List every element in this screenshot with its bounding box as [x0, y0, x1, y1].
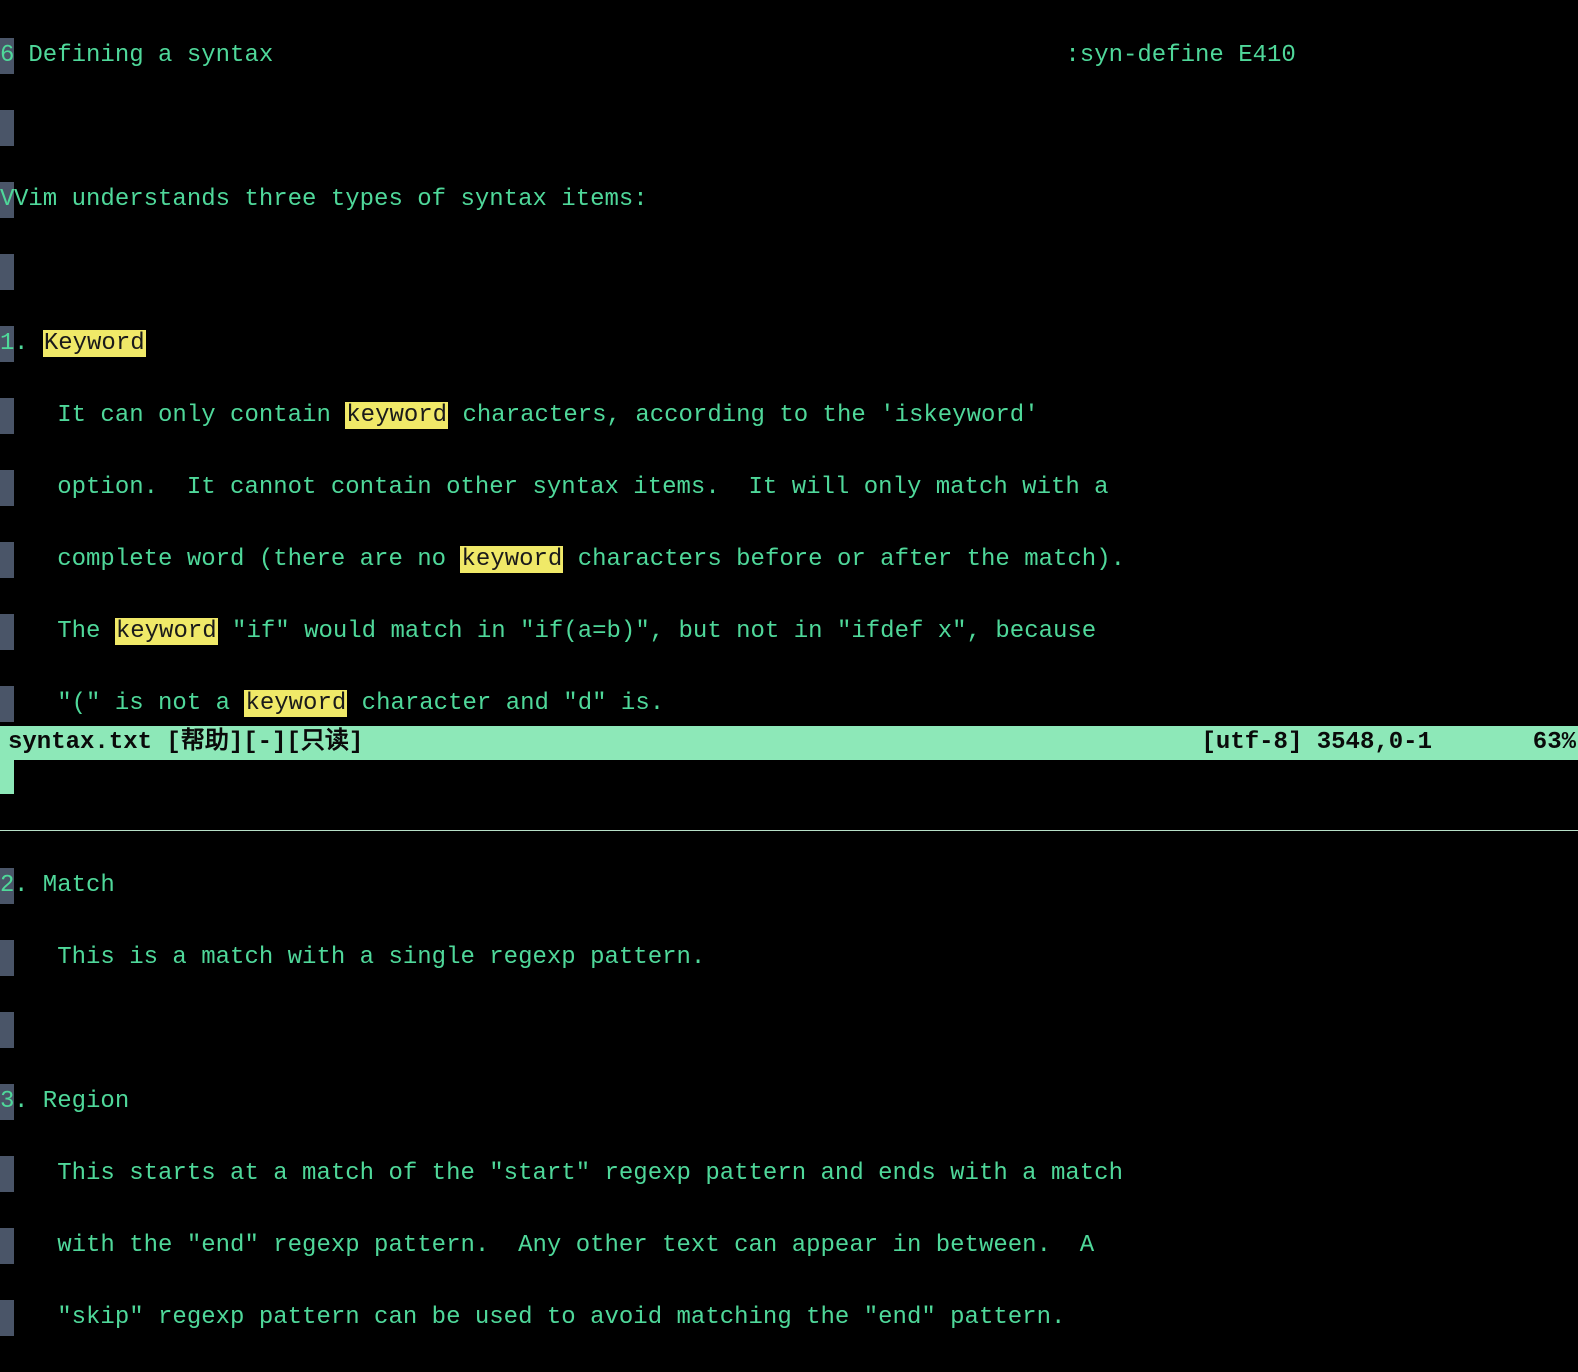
blank-line: [0, 254, 1578, 290]
item1-l4: The keyword "if" would match in "if(a=b)…: [0, 614, 1578, 650]
heading-line: 6 Defining a syntax :syn-define E410: [0, 38, 1578, 74]
blank-line: [0, 1012, 1578, 1048]
highlight-keyword: keyword: [345, 402, 448, 429]
heading-tag: :syn-define E410: [1065, 42, 1295, 69]
highlight-keyword: keyword: [244, 690, 347, 717]
highlight-keyword: Keyword: [43, 330, 146, 357]
item1-title: 1. Keyword: [0, 326, 1578, 362]
vim-statusline: syntax.txt [帮助][-][只读] [utf-8] 3548,0-1 …: [0, 726, 1578, 760]
item3-title: 3. Region: [0, 1084, 1578, 1120]
item2-title: 2. Match: [0, 868, 1578, 904]
item1-l5: "(" is not a keyword character and "d" i…: [0, 686, 1578, 722]
item1-l3: complete word (there are no keyword char…: [0, 542, 1578, 578]
intro-text: Vim understands three types of syntax it…: [0, 186, 648, 213]
heading-text: Defining a syntax: [14, 42, 273, 69]
cursor-line: [0, 758, 1578, 794]
highlight-keyword: keyword: [460, 546, 563, 573]
item1-l1: It can only contain keyword characters, …: [0, 398, 1578, 434]
intro-line: VVim understands three types of syntax i…: [0, 182, 1578, 218]
item1-l2: option. It cannot contain other syntax i…: [0, 470, 1578, 506]
vim-help-buffer[interactable]: 6 Defining a syntax :syn-define E410 VVi…: [0, 0, 1578, 1372]
status-position: [utf-8] 3548,0-1 63%: [1202, 726, 1576, 760]
status-filename: syntax.txt [帮助][-][只读]: [8, 726, 363, 760]
highlight-keyword: keyword: [115, 618, 218, 645]
blank-line: [0, 110, 1578, 146]
item2-l1: This is a match with a single regexp pat…: [0, 940, 1578, 976]
item3-l3: "skip" regexp pattern can be used to avo…: [0, 1300, 1578, 1336]
window-separator: [0, 830, 1578, 832]
item3-l1: This starts at a match of the "start" re…: [0, 1156, 1578, 1192]
item3-l2: with the "end" regexp pattern. Any other…: [0, 1228, 1578, 1264]
